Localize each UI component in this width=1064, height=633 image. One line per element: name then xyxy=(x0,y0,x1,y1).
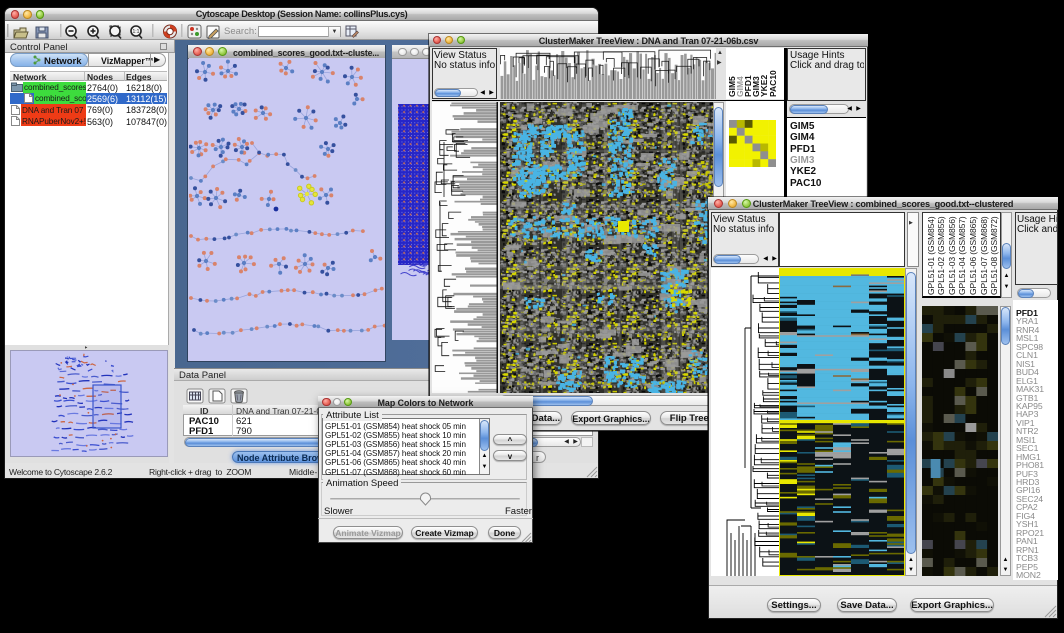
svg-text:1:1: 1:1 xyxy=(133,29,140,35)
